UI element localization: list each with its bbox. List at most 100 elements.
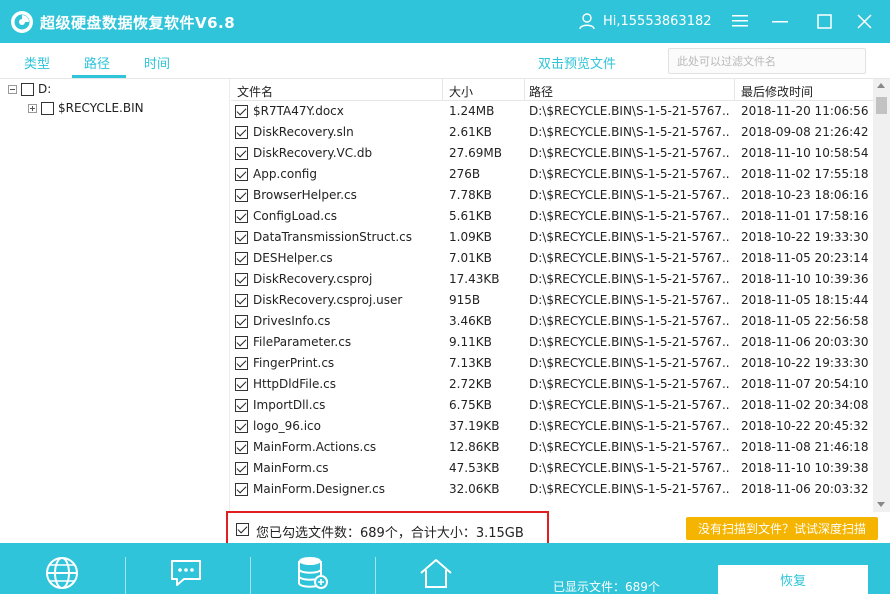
user-icon[interactable] <box>578 12 596 30</box>
column-divider[interactable] <box>734 79 735 101</box>
modified-time-cell: 2018-11-10 10:39:38 <box>741 461 869 475</box>
modified-time-cell: 2018-11-20 11:06:56 <box>741 104 869 118</box>
row-checkbox[interactable] <box>235 231 248 244</box>
user-name[interactable]: Hi,15553863182 <box>603 14 712 29</box>
row-checkbox[interactable] <box>235 210 248 223</box>
row-checkbox[interactable] <box>235 462 248 475</box>
tree-node-root[interactable]: D: <box>8 82 51 96</box>
table-row[interactable]: MainForm.cs 47.53KB D:\$RECYCLE.BIN\S-1-5-… <box>231 458 873 479</box>
table-row[interactable]: MainForm.Designer.cs 32.06KB D:\$RECYCLE.B… <box>231 479 873 500</box>
tab-bar: 类型 路径 时间 双击预览文件 <box>0 43 890 79</box>
table-row[interactable]: DiskRecovery.sln 2.61KB D:\$RECYCLE.BIN\S-… <box>231 122 873 143</box>
row-checkbox[interactable] <box>235 378 248 391</box>
close-icon[interactable] <box>850 8 878 34</box>
vertical-scrollbar[interactable] <box>873 79 890 512</box>
table-row[interactable]: DataTransmissionStruct.cs 1.09KB D:\$RECYC… <box>231 227 873 248</box>
table-row[interactable]: ImportDll.cs 6.75KB D:\$RECYCLE.BIN\S-1-5-… <box>231 395 873 416</box>
filter-search-box[interactable] <box>668 48 866 74</box>
database-icon[interactable] <box>294 555 330 591</box>
column-header-path[interactable]: 路径 <box>529 83 553 100</box>
globe-icon[interactable] <box>44 555 80 591</box>
file-path-cell: D:\$RECYCLE.BIN\S-1-5-21-5767... <box>529 146 729 160</box>
tree-root-label[interactable]: D: <box>38 82 51 96</box>
column-header-filename[interactable]: 文件名 <box>237 83 273 100</box>
chat-icon[interactable] <box>168 555 204 591</box>
column-header-modified-time[interactable]: 最后修改时间 <box>741 83 813 100</box>
file-path-cell: D:\$RECYCLE.BIN\S-1-5-21-5767... <box>529 104 729 118</box>
tree-recycle-bin-label[interactable]: $RECYCLE.BIN <box>58 101 144 115</box>
file-name-cell: DiskRecovery.sln <box>253 125 354 139</box>
scroll-down-arrow-icon[interactable] <box>877 502 885 507</box>
minimize-icon[interactable] <box>766 8 794 34</box>
file-name-cell: DESHelper.cs <box>253 251 333 265</box>
row-checkbox[interactable] <box>235 126 248 139</box>
tab-type[interactable]: 类型 <box>24 53 50 72</box>
column-divider[interactable] <box>442 79 443 101</box>
maximize-icon[interactable] <box>810 8 838 34</box>
expand-icon[interactable] <box>28 103 37 113</box>
deep-scan-button[interactable]: 没有扫描到文件？试试深度扫描 <box>686 517 878 540</box>
file-name-cell: MainForm.Actions.cs <box>253 440 377 454</box>
table-row[interactable]: BrowserHelper.cs 7.78KB D:\$RECYCLE.BIN\S-… <box>231 185 873 206</box>
table-row[interactable]: DiskRecovery.csproj 17.43KB D:\$RECYCLE.BI… <box>231 269 873 290</box>
table-row[interactable]: DrivesInfo.cs 3.46KB D:\$RECYCLE.BIN\S-1-5… <box>231 311 873 332</box>
file-path-cell: D:\$RECYCLE.BIN\S-1-5-21-5767... <box>529 272 729 286</box>
table-row[interactable]: MainForm.Actions.cs 12.86KB D:\$RECYCLE.BI… <box>231 437 873 458</box>
recover-button[interactable]: 恢复 <box>718 565 868 594</box>
file-name-cell: ConfigLoad.cs <box>253 209 337 223</box>
select-all-checkbox[interactable] <box>236 523 249 536</box>
row-checkbox[interactable] <box>235 483 248 496</box>
bottom-divider <box>125 557 126 594</box>
table-row[interactable]: $R7TA47Y.docx 1.24MB D:\$RECYCLE.BIN\S-1-5… <box>231 101 873 122</box>
scrollbar-thumb[interactable] <box>876 97 887 114</box>
file-size-cell: 3.46KB <box>449 314 492 328</box>
file-size-cell: 17.43KB <box>449 272 500 286</box>
table-row[interactable]: App.config 276B D:\$RECYCLE.BIN\S-1-5-21-5… <box>231 164 873 185</box>
row-checkbox[interactable] <box>235 336 248 349</box>
column-divider[interactable] <box>524 79 525 101</box>
row-checkbox[interactable] <box>235 168 248 181</box>
tab-path[interactable]: 路径 <box>84 53 110 72</box>
row-checkbox[interactable] <box>235 420 248 433</box>
row-checkbox[interactable] <box>235 273 248 286</box>
row-checkbox[interactable] <box>235 441 248 454</box>
row-checkbox[interactable] <box>235 252 248 265</box>
row-checkbox[interactable] <box>235 147 248 160</box>
row-checkbox[interactable] <box>235 357 248 370</box>
table-row[interactable]: FileParameter.cs 9.11KB D:\$RECYCLE.BIN\S-… <box>231 332 873 353</box>
double-click-preview-link[interactable]: 双击预览文件 <box>538 53 616 72</box>
table-row[interactable]: logo_96.ico 37.19KB D:\$RECYCLE.BIN\S-1-5-… <box>231 416 873 437</box>
row-checkbox[interactable] <box>235 105 248 118</box>
modified-time-cell: 2018-11-02 17:55:18 <box>741 167 869 181</box>
file-name-cell: App.config <box>253 167 317 181</box>
table-row[interactable]: ConfigLoad.cs 5.61KB D:\$RECYCLE.BIN\S-1-5… <box>231 206 873 227</box>
modified-time-cell: 2018-10-23 18:06:16 <box>741 188 869 202</box>
file-size-cell: 1.09KB <box>449 230 492 244</box>
file-name-cell: ImportDll.cs <box>253 398 326 412</box>
table-row[interactable]: DiskRecovery.VC.db 27.69MB D:\$RECYCLE.BIN… <box>231 143 873 164</box>
filter-filename-input[interactable] <box>669 49 865 73</box>
file-size-cell: 915B <box>449 293 481 307</box>
row-checkbox[interactable] <box>235 189 248 202</box>
file-name-cell: DataTransmissionStruct.cs <box>253 230 412 244</box>
file-name-cell: BrowserHelper.cs <box>253 188 357 202</box>
collapse-icon[interactable] <box>8 84 17 94</box>
tree-node-recycle-bin[interactable]: $RECYCLE.BIN <box>28 101 144 115</box>
home-icon[interactable] <box>418 555 454 591</box>
row-checkbox[interactable] <box>235 315 248 328</box>
row-checkbox[interactable] <box>235 399 248 412</box>
file-path-cell: D:\$RECYCLE.BIN\S-1-5-21-5767... <box>529 188 729 202</box>
modified-time-cell: 2018-09-08 21:26:42 <box>741 125 869 139</box>
menu-icon[interactable] <box>726 8 754 34</box>
table-row[interactable]: DiskRecovery.csproj.user 915B D:\$RECYCLE.… <box>231 290 873 311</box>
table-row[interactable]: HttpDldFile.cs 2.72KB D:\$RECYCLE.BIN\S-1-… <box>231 374 873 395</box>
row-checkbox[interactable] <box>235 294 248 307</box>
tab-time[interactable]: 时间 <box>144 53 170 72</box>
app-logo-icon <box>11 11 33 33</box>
table-row[interactable]: FingerPrint.cs 7.13KB D:\$RECYCLE.BIN\S-1-… <box>231 353 873 374</box>
table-row[interactable]: DESHelper.cs 7.01KB D:\$RECYCLE.BIN\S-1-5-… <box>231 248 873 269</box>
column-header-size[interactable]: 大小 <box>449 83 473 100</box>
tree-root-checkbox[interactable] <box>21 82 34 96</box>
scroll-up-arrow-icon[interactable] <box>877 83 885 88</box>
tree-recycle-bin-checkbox[interactable] <box>41 101 54 115</box>
